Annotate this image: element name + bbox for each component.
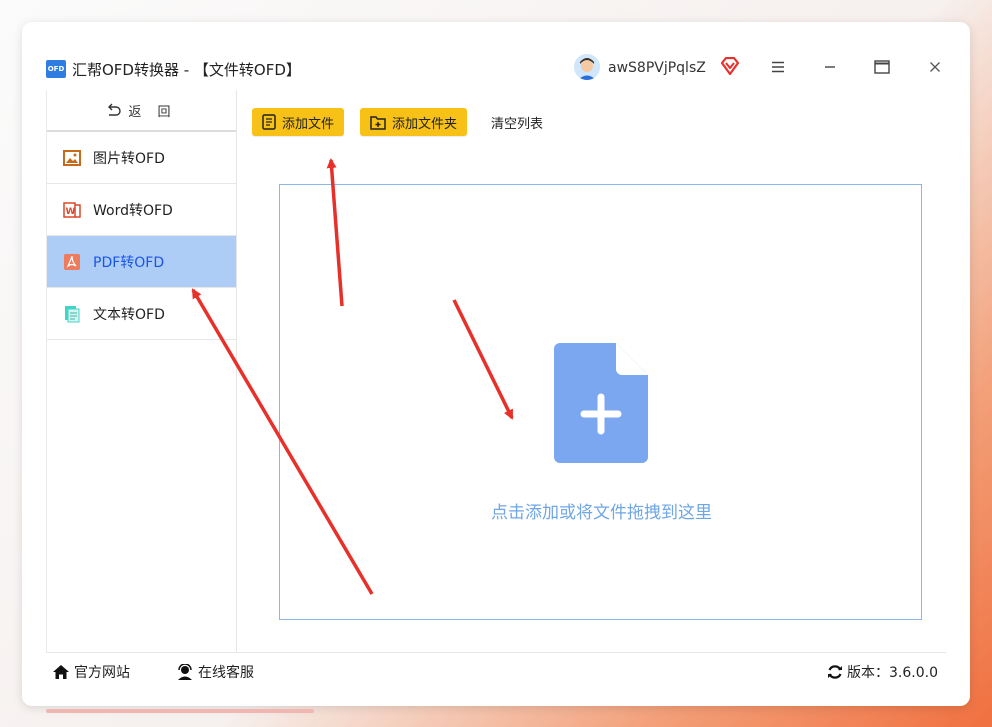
sidebar-item-label: 图片转OFD xyxy=(93,150,165,167)
image-icon xyxy=(63,149,81,167)
support-agent-icon xyxy=(176,663,194,680)
online-support-link[interactable]: 在线客服 xyxy=(176,662,254,682)
file-list-icon xyxy=(262,114,276,130)
version-label: 版本：3.6.0.0 xyxy=(847,664,938,681)
svg-text:W: W xyxy=(66,207,76,217)
folder-plus-icon xyxy=(370,115,386,130)
sidebar-item-label: Word转OFD xyxy=(93,202,173,219)
add-folder-label: 添加文件夹 xyxy=(392,116,458,132)
add-file-button[interactable]: 添加文件 xyxy=(252,108,345,136)
word-icon: W xyxy=(63,201,81,219)
footer-bar: 官方网站 在线客服 版本：3.6.0.0 xyxy=(46,652,946,690)
refresh-icon xyxy=(827,664,843,680)
support-label: 在线客服 xyxy=(198,664,254,681)
text-file-icon xyxy=(63,305,81,323)
menu-icon[interactable] xyxy=(767,56,789,78)
bottom-scroll-indicator xyxy=(46,709,314,713)
sidebar-item-pdf-to-ofd[interactable]: PDF转OFD xyxy=(47,236,236,288)
sidebar-item-image-to-ofd[interactable]: 图片转OFD xyxy=(47,132,236,184)
sidebar-item-label: PDF转OFD xyxy=(93,254,165,271)
sidebar-item-label: 文本转OFD xyxy=(93,306,165,323)
toolbar: 添加文件 添加文件夹 清空列表 xyxy=(252,108,551,136)
username[interactable]: awS8PVjPqlsZ xyxy=(608,60,706,76)
sidebar: 返 回 图片转OFD W Word转OFD PDF转OFD 文本转OFD xyxy=(46,90,237,652)
app-logo: OFD xyxy=(46,60,66,78)
user-avatar[interactable] xyxy=(574,54,600,80)
home-icon xyxy=(52,664,70,680)
close-icon[interactable] xyxy=(924,56,946,78)
window-title: 汇帮OFD转换器 - 【文件转OFD】 xyxy=(72,61,301,79)
official-website-link[interactable]: 官方网站 xyxy=(52,662,130,682)
version-info[interactable]: 版本：3.6.0.0 xyxy=(827,662,938,682)
pdf-icon xyxy=(63,253,81,271)
dropzone-hint: 点击添加或将文件拖拽到这里 xyxy=(491,503,712,523)
sidebar-item-text-to-ofd[interactable]: 文本转OFD xyxy=(47,288,236,340)
add-folder-button[interactable]: 添加文件夹 xyxy=(360,108,468,136)
vip-diamond-icon[interactable] xyxy=(720,56,740,76)
minimize-icon[interactable] xyxy=(819,56,841,78)
title-bar: OFD 汇帮OFD转换器 - 【文件转OFD】 awS8PVjPqlsZ xyxy=(22,22,970,90)
app-window: OFD 汇帮OFD转换器 - 【文件转OFD】 awS8PVjPqlsZ 返 回… xyxy=(22,22,970,706)
add-file-label: 添加文件 xyxy=(282,116,335,132)
back-button[interactable]: 返 回 xyxy=(47,90,236,132)
file-dropzone[interactable]: 点击添加或将文件拖拽到这里 xyxy=(279,184,922,620)
sidebar-item-word-to-ofd[interactable]: W Word转OFD xyxy=(47,184,236,236)
maximize-icon[interactable] xyxy=(871,56,893,78)
add-file-icon[interactable] xyxy=(554,343,648,463)
website-label: 官方网站 xyxy=(74,664,130,681)
back-label: 返 回 xyxy=(128,104,177,120)
back-arrow-icon xyxy=(106,103,122,117)
clear-list-button[interactable]: 清空列表 xyxy=(483,113,551,132)
